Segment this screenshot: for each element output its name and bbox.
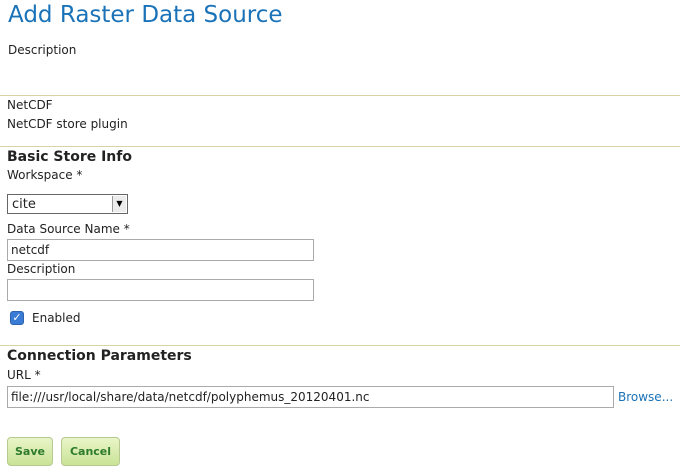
enabled-checkbox[interactable]: ✓ — [10, 311, 24, 325]
data-source-name-input[interactable]: netcdf — [7, 239, 314, 261]
workspace-label: Workspace * — [7, 168, 83, 182]
data-source-name-label: Data Source Name * — [7, 222, 130, 236]
store-type-name: NetCDF — [7, 98, 53, 112]
url-label: URL * — [7, 368, 41, 382]
page-title: Add Raster Data Source — [8, 2, 283, 28]
page-description-label: Description — [8, 43, 77, 57]
url-value: file:///usr/local/share/data/netcdf/poly… — [11, 390, 370, 404]
store-type-description: NetCDF store plugin — [7, 117, 128, 131]
store-description-label: Description — [7, 262, 76, 276]
browse-link[interactable]: Browse... — [618, 390, 673, 404]
workspace-selected-value: cite — [12, 197, 36, 212]
data-source-name-value: netcdf — [11, 243, 50, 257]
connection-parameters-heading: Connection Parameters — [7, 348, 192, 364]
divider — [0, 345, 680, 346]
divider — [0, 146, 680, 147]
save-button[interactable]: Save — [7, 437, 53, 466]
divider — [0, 95, 680, 96]
check-icon: ✓ — [12, 311, 22, 324]
workspace-select[interactable]: cite ▼ — [7, 194, 128, 214]
chevron-down-icon[interactable]: ▼ — [112, 196, 126, 212]
store-description-input[interactable] — [7, 279, 314, 301]
url-input[interactable]: file:///usr/local/share/data/netcdf/poly… — [7, 386, 614, 408]
cancel-button[interactable]: Cancel — [61, 437, 120, 466]
enabled-label: Enabled — [32, 311, 81, 325]
basic-store-info-heading: Basic Store Info — [7, 149, 132, 165]
